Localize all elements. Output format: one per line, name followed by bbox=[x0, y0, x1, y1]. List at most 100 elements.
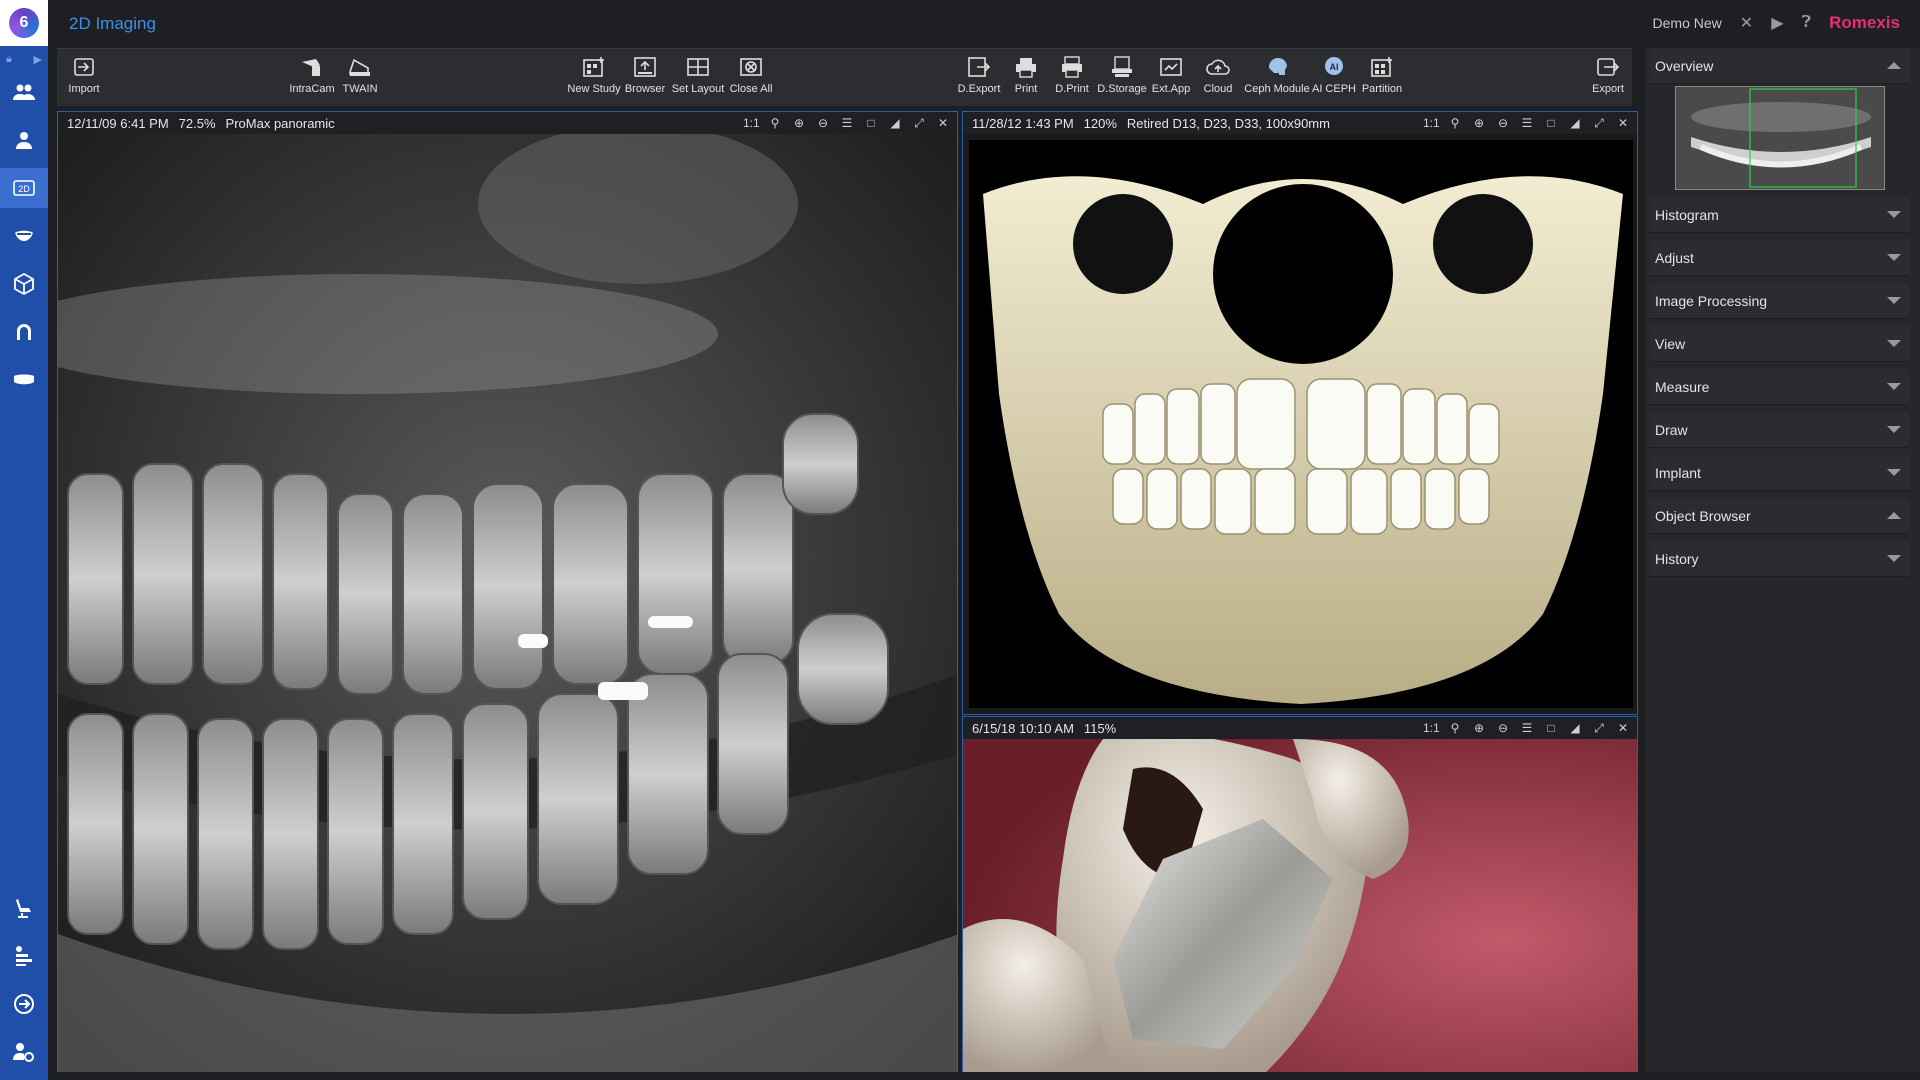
panoramic-xray-image[interactable] bbox=[58, 134, 957, 1073]
3d-skull-render[interactable] bbox=[963, 134, 1637, 714]
ext-app-icon bbox=[1158, 55, 1184, 79]
ai-ceph-label: AI CEPH bbox=[1311, 83, 1356, 95]
list-icon[interactable]: ☰ bbox=[1519, 116, 1535, 130]
app-logo[interactable]: 6 bbox=[0, 0, 48, 46]
list-icon[interactable]: ☰ bbox=[839, 116, 855, 130]
section-adjust[interactable]: Adjust bbox=[1649, 240, 1909, 276]
chair-icon[interactable] bbox=[0, 888, 48, 928]
expand-arrow-icon bbox=[1887, 254, 1901, 261]
collapse-arrow-icon bbox=[1887, 512, 1901, 519]
video-icon[interactable]: ▶︎ bbox=[1771, 13, 1783, 33]
viewer-panoramic[interactable]: 12/11/09 6:41 PM 72.5% ProMax panoramic … bbox=[57, 111, 958, 1074]
actual-size-button[interactable]: 1:1 bbox=[743, 116, 760, 130]
intraoral-photo[interactable] bbox=[963, 739, 1637, 1073]
expand-arrow-icon bbox=[1887, 469, 1901, 476]
model-icon[interactable] bbox=[0, 360, 48, 400]
viewer-description: ProMax panoramic bbox=[225, 115, 335, 131]
patient-icon[interactable] bbox=[0, 120, 48, 160]
close-viewer-icon[interactable]: ✕ bbox=[1615, 721, 1631, 735]
new-study-label: New Study bbox=[567, 83, 621, 95]
workflow-icon[interactable] bbox=[0, 936, 48, 976]
section-object-browser[interactable]: Object Browser bbox=[1649, 498, 1909, 534]
help-icon[interactable]: ❓︎ bbox=[1802, 14, 1812, 32]
actual-size-button[interactable]: 1:1 bbox=[1423, 721, 1440, 735]
d-export-icon bbox=[966, 55, 992, 79]
3d-cube-icon[interactable] bbox=[0, 264, 48, 304]
import-button[interactable]: Import bbox=[53, 55, 115, 95]
maximize-icon[interactable]: ⤢ bbox=[911, 116, 927, 131]
section-overview[interactable]: Overview bbox=[1649, 48, 1909, 84]
ceph-module-icon bbox=[1264, 55, 1290, 79]
viewer-zoom: 72.5% bbox=[178, 115, 216, 131]
comment-icon[interactable]: □ bbox=[863, 116, 879, 130]
section-implant[interactable]: Implant bbox=[1649, 455, 1909, 491]
d-print-icon bbox=[1059, 55, 1085, 79]
zoom-in-icon[interactable]: ⊕ bbox=[791, 116, 807, 130]
dental-icon[interactable] bbox=[0, 216, 48, 256]
expand-arrow-icon bbox=[1887, 211, 1901, 218]
viewer-zoom: 120% bbox=[1083, 115, 1117, 131]
zoom-out-icon[interactable]: ⊖ bbox=[1495, 116, 1511, 130]
corner-icon[interactable]: ◢ bbox=[1567, 116, 1583, 130]
new-study-icon bbox=[581, 55, 607, 79]
user-name[interactable]: Demo New bbox=[1653, 15, 1722, 31]
maximize-icon[interactable]: ⤢ bbox=[1591, 116, 1607, 131]
section-label: Object Browser bbox=[1655, 507, 1751, 524]
settings-users-icon[interactable] bbox=[0, 1032, 48, 1072]
title-bar: 2D Imaging Demo New ✕ ▶︎ ❓︎ Romexis bbox=[48, 0, 1920, 48]
zoom-out-icon[interactable]: ⊖ bbox=[1495, 721, 1511, 735]
ceph-module-button[interactable]: Ceph Module bbox=[1244, 55, 1310, 95]
viewer-3d-volume[interactable]: 11/28/12 1:43 PM 120% Retired D13, D23, … bbox=[962, 111, 1638, 715]
twain-icon bbox=[347, 55, 373, 79]
corner-icon[interactable]: ◢ bbox=[887, 116, 903, 130]
zoom-out-icon[interactable]: ⊖ bbox=[815, 116, 831, 130]
partition-button[interactable]: Partition bbox=[1351, 55, 1413, 95]
zoom-in-icon[interactable]: ⊕ bbox=[1471, 721, 1487, 735]
section-history[interactable]: History bbox=[1649, 541, 1909, 577]
collapse-arrow-icon bbox=[1887, 62, 1901, 69]
zoom-fit-icon[interactable]: ⚲ bbox=[767, 116, 783, 130]
twain-button[interactable]: TWAIN bbox=[329, 55, 391, 95]
partition-icon bbox=[1369, 55, 1395, 79]
logout-icon[interactable] bbox=[0, 984, 48, 1024]
svg-text:AI: AI bbox=[1330, 62, 1339, 72]
corner-icon[interactable]: ◢ bbox=[1567, 721, 1583, 735]
comment-icon[interactable]: □ bbox=[1543, 721, 1559, 735]
section-measure[interactable]: Measure bbox=[1649, 369, 1909, 405]
arch-icon[interactable] bbox=[0, 312, 48, 352]
zoom-fit-icon[interactable]: ⚲ bbox=[1447, 116, 1463, 130]
cloud-button[interactable]: Cloud bbox=[1187, 55, 1249, 95]
d-storage-icon bbox=[1109, 55, 1135, 79]
close-patient-icon[interactable]: ✕ bbox=[1740, 13, 1753, 33]
d-print-label: D.Print bbox=[1055, 83, 1089, 95]
import-icon bbox=[71, 55, 97, 79]
ceph-module-label: Ceph Module bbox=[1244, 83, 1310, 95]
viewer-date: 12/11/09 6:41 PM bbox=[67, 115, 169, 131]
section-histogram[interactable]: Histogram bbox=[1649, 197, 1909, 233]
close-all-button[interactable]: Close All bbox=[720, 55, 782, 95]
patients-icon[interactable] bbox=[0, 72, 48, 112]
lock-icon[interactable]: 🔒︎ bbox=[6, 53, 12, 66]
viewer-intraoral[interactable]: 6/15/18 10:10 AM 115% 1:1 ⚲ ⊕ ⊖ ☰ □ ◢ ⤢ … bbox=[962, 716, 1638, 1074]
close-viewer-icon[interactable]: ✕ bbox=[935, 116, 951, 130]
section-view[interactable]: View bbox=[1649, 326, 1909, 362]
expand-arrow-icon bbox=[1887, 340, 1901, 347]
import-label: Import bbox=[68, 83, 100, 95]
actual-size-button[interactable]: 1:1 bbox=[1423, 116, 1440, 130]
comment-icon[interactable]: □ bbox=[1543, 116, 1559, 130]
2d-imaging-icon[interactable]: 2D bbox=[0, 168, 48, 208]
section-draw[interactable]: Draw bbox=[1649, 412, 1909, 448]
expand-arrow-icon[interactable]: ▶ bbox=[34, 53, 42, 66]
zoom-fit-icon[interactable]: ⚲ bbox=[1447, 721, 1463, 735]
maximize-icon[interactable]: ⤢ bbox=[1591, 721, 1607, 736]
print-label: Print bbox=[1014, 83, 1038, 95]
close-viewer-icon[interactable]: ✕ bbox=[1615, 116, 1631, 130]
section-image-processing[interactable]: Image Processing bbox=[1649, 283, 1909, 319]
list-icon[interactable]: ☰ bbox=[1519, 721, 1535, 735]
section-label: Implant bbox=[1655, 464, 1701, 481]
export-button[interactable]: Export bbox=[1577, 55, 1639, 95]
viewer-date: 11/28/12 1:43 PM bbox=[972, 115, 1074, 131]
overview-thumbnail[interactable] bbox=[1675, 86, 1885, 190]
status-strip bbox=[48, 1072, 1920, 1080]
zoom-in-icon[interactable]: ⊕ bbox=[1471, 116, 1487, 130]
